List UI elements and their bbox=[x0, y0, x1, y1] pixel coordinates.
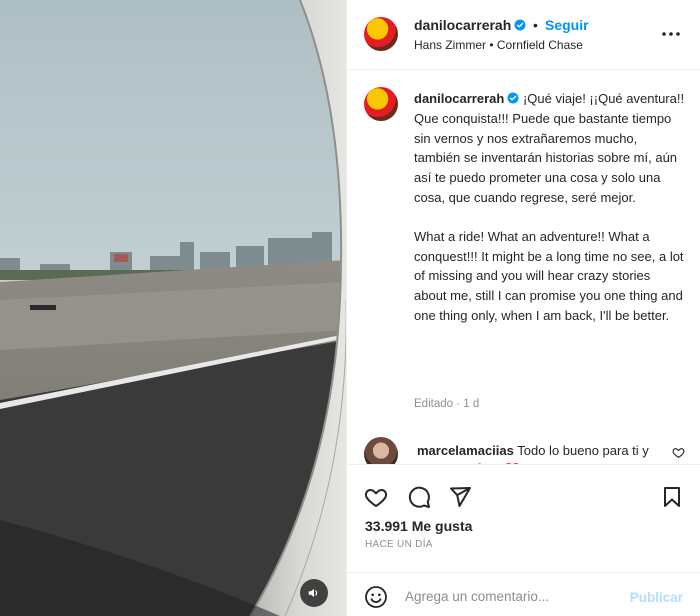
verified-badge-icon bbox=[507, 92, 519, 104]
comment-bubble-icon[interactable] bbox=[407, 485, 431, 509]
post-media-video[interactable] bbox=[0, 0, 346, 616]
post-actions: 33.991 Me gusta HACE UN DÍA bbox=[347, 464, 700, 572]
mute-button[interactable] bbox=[300, 579, 328, 607]
caption-author-avatar[interactable] bbox=[364, 87, 398, 121]
commenter-avatar[interactable] bbox=[364, 437, 398, 464]
post-details-panel: danilocarrerah • Seguir Hans Zimmer • Co… bbox=[346, 0, 700, 616]
commenter-username[interactable]: marcelamaciias bbox=[417, 443, 514, 458]
comment-like-heart-icon[interactable] bbox=[672, 446, 685, 459]
verified-badge-icon bbox=[514, 19, 526, 31]
publish-button[interactable]: Publicar bbox=[630, 590, 683, 605]
airplane-window-video-frame bbox=[0, 0, 346, 616]
caption-username[interactable]: danilocarrerah bbox=[414, 91, 504, 106]
header-separator: • bbox=[533, 17, 538, 33]
likes-count[interactable]: 33.991 Me gusta bbox=[365, 518, 472, 534]
comment-item: marcelamaciias Todo lo bueno para ti y l… bbox=[347, 432, 700, 464]
author-avatar[interactable] bbox=[364, 17, 398, 51]
paper-plane-icon[interactable] bbox=[448, 485, 472, 509]
audio-track-link[interactable]: Hans Zimmer • Cornfield Chase bbox=[414, 38, 583, 52]
add-comment-bar: Publicar bbox=[347, 572, 700, 616]
caption-text-spanish: ¡Qué viaje! ¡¡Qué aventura!! Que conquis… bbox=[414, 91, 685, 205]
author-username[interactable]: danilocarrerah bbox=[414, 17, 511, 33]
more-options-icon[interactable] bbox=[661, 26, 681, 42]
comment-body: marcelamaciias Todo lo bueno para ti y l… bbox=[417, 441, 657, 464]
follow-button[interactable]: Seguir bbox=[545, 17, 589, 33]
comments-section[interactable]: danilocarrerah ¡Qué viaje! ¡¡Qué aventur… bbox=[347, 71, 700, 464]
post-header: danilocarrerah • Seguir Hans Zimmer • Co… bbox=[347, 0, 700, 70]
heart-icon[interactable] bbox=[364, 485, 388, 509]
post-caption: danilocarrerah ¡Qué viaje! ¡¡Qué aventur… bbox=[414, 89, 686, 326]
caption-meta: Editado · 1 d bbox=[414, 398, 480, 410]
caption-text-english: What a ride! What an adventure!! What a … bbox=[414, 228, 684, 323]
post-timestamp[interactable]: HACE UN DÍA bbox=[365, 539, 433, 550]
author-username-row[interactable]: danilocarrerah bbox=[414, 17, 526, 33]
comment-input[interactable] bbox=[405, 583, 615, 609]
speaker-icon bbox=[308, 588, 318, 598]
smiley-icon[interactable] bbox=[364, 585, 388, 609]
bookmark-icon[interactable] bbox=[660, 485, 684, 509]
